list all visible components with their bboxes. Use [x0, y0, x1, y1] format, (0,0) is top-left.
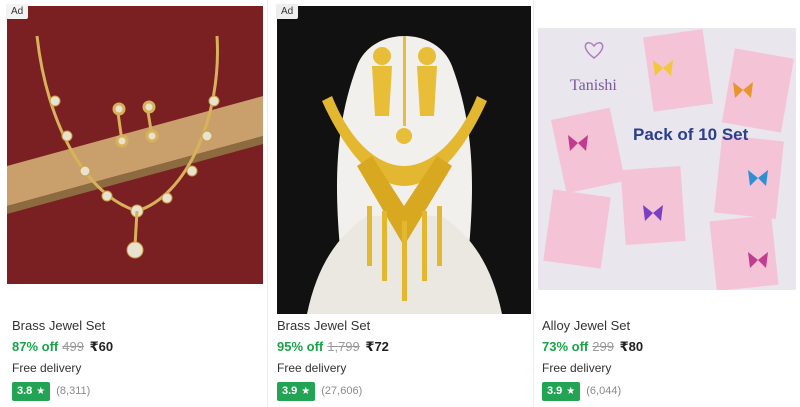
product-title[interactable]: Alloy Jewel Set: [542, 318, 792, 334]
rating-value: 3.9: [282, 385, 298, 397]
delivery-label: Free delivery: [542, 361, 612, 375]
product-image-necklace-floral[interactable]: [7, 6, 263, 284]
price-row: 95% off 1,799 ₹72: [277, 339, 527, 355]
sale-price: ₹60: [89, 339, 114, 354]
rating-row: 3.8 ★ (8,311): [12, 381, 262, 401]
rating-badge: 3.9 ★: [542, 381, 581, 401]
rating-value: 3.9: [547, 385, 563, 397]
brand-watermark: Tanishi: [570, 77, 617, 94]
product-card[interactable]: Tanishi Pack of 10 Set Alloy Jewel Set 7…: [534, 0, 800, 407]
product-title[interactable]: Brass Jewel Set: [277, 318, 527, 334]
product-info: Alloy Jewel Set 73% off 299 ₹80 Free deli…: [542, 318, 792, 401]
product-info: Brass Jewel Set 95% off 1,799 ₹72 Free de…: [277, 318, 527, 401]
ad-badge: Ad: [276, 4, 299, 19]
product-info: Brass Jewel Set 87% off 499 ₹60 Free deli…: [12, 318, 262, 401]
pack-label: Pack of 10 Set: [633, 125, 749, 144]
product-card[interactable]: Ad Brass Jewel Set 87% off 499 ₹60 Free d…: [0, 0, 266, 407]
ad-badge: Ad: [6, 4, 29, 19]
rating-row: 3.9 ★ (6,044): [542, 381, 792, 401]
review-count: (8,311): [56, 385, 91, 397]
product-title[interactable]: Brass Jewel Set: [12, 318, 262, 334]
gold-necklace-photo: [277, 6, 531, 314]
necklace-photo: [7, 6, 263, 284]
rating-badge: 3.8 ★: [12, 381, 51, 401]
product-image-butterfly-set[interactable]: Tanishi Pack of 10 Set: [538, 28, 796, 290]
discount-label: 73% off: [542, 339, 589, 354]
original-price: 1,799: [327, 339, 360, 354]
rating-row: 3.9 ★ (27,606): [277, 381, 527, 401]
butterfly-set-photo: Tanishi Pack of 10 Set: [538, 28, 796, 290]
product-image-gold-necklace[interactable]: [277, 6, 531, 314]
rating-badge: 3.9 ★: [277, 381, 316, 401]
original-price: 299: [592, 339, 614, 354]
star-icon: ★: [36, 385, 46, 397]
discount-label: 87% off: [12, 339, 59, 354]
original-price: 499: [62, 339, 84, 354]
price-row: 73% off 299 ₹80: [542, 339, 792, 355]
rating-value: 3.8: [17, 385, 33, 397]
review-count: (27,606): [321, 385, 363, 397]
product-card[interactable]: Ad Brass Jewel Set 95% off 1,799 ₹72 Free…: [268, 0, 534, 407]
price-row: 87% off 499 ₹60: [12, 339, 262, 355]
star-icon: ★: [566, 385, 576, 397]
sale-price: ₹80: [619, 339, 644, 354]
delivery-label: Free delivery: [277, 361, 347, 375]
sale-price: ₹72: [365, 339, 389, 354]
discount-label: 95% off: [277, 339, 324, 354]
review-count: (6,044): [586, 385, 622, 397]
delivery-label: Free delivery: [12, 361, 82, 375]
star-icon: ★: [301, 385, 311, 397]
